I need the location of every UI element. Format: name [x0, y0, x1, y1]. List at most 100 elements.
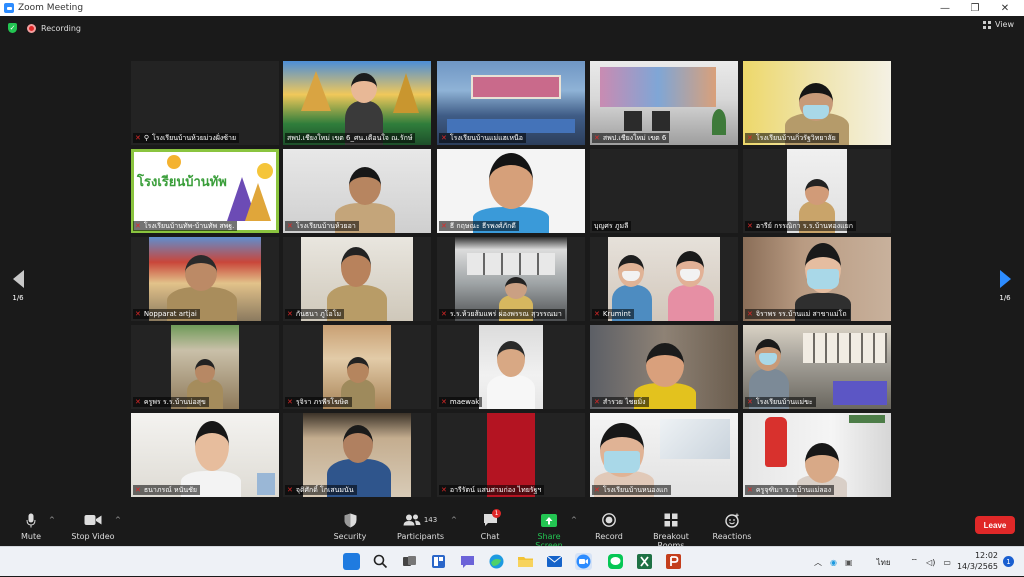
- share-options-caret-icon[interactable]: ^: [571, 516, 577, 524]
- notification-badge[interactable]: 1: [1003, 556, 1014, 567]
- mic-muted-icon: ✕: [135, 134, 141, 142]
- tray-app-icon[interactable]: ▣: [845, 558, 853, 567]
- reactions-button[interactable]: Reactions: [712, 512, 752, 541]
- participant-tile[interactable]: ✕ รุจิรา ภรพีรโฆษิต: [283, 325, 431, 409]
- volume-icon[interactable]: ◁): [926, 558, 935, 567]
- leave-meeting-button[interactable]: Leave: [975, 516, 1015, 534]
- arrow-right-icon: [999, 270, 1011, 288]
- person-silhouette: [343, 425, 373, 463]
- participant-tile-active-speaker[interactable]: สพป.เชียงใหม่ เขต 6_ศน.เตือนใจ ณ.รักษ์: [283, 61, 431, 145]
- zoom-app-icon[interactable]: [575, 553, 592, 570]
- participant-tile[interactable]: ✕ สพป.เชียงใหม่ เขต 6: [590, 61, 738, 145]
- line-app-icon[interactable]: [607, 553, 624, 570]
- participant-tile[interactable]: บุญศร ภูมลี: [590, 149, 738, 233]
- banner-image: [471, 75, 561, 99]
- participant-nameplate: ✕ สำรวย ไชยมิ่ง: [592, 397, 649, 407]
- participant-nameplate: ✕ ครูจุฑิมา ร.ร.บ้านแม่ลอง: [745, 485, 835, 495]
- participant-name: ครูพร ร.ร.บ้านบ่อสุข: [143, 398, 206, 406]
- participant-name: โรงเรียนบ้านห้วยอา: [295, 222, 356, 230]
- participant-tile[interactable]: ✕ สำรวย ไชยมิ่ง: [590, 325, 738, 409]
- participant-tile[interactable]: ✕ ธนาภรณ์ หนันชัย: [131, 413, 279, 497]
- participant-tile[interactable]: ✕ อารีย์ กรรณิกา ร.ร.บ้านทองแยก: [743, 149, 891, 233]
- participant-nameplate: ✕ โรงเรียนบ้านทัพ-บ้านทัพ สพฐ.: [133, 221, 238, 231]
- battery-icon[interactable]: ▭: [943, 558, 951, 567]
- close-button[interactable]: ✕: [990, 0, 1020, 16]
- participant-tile[interactable]: โรงเรียนบ้านทัพ ✕ โรงเรียนบ้านทัพ-บ้านทัพ…: [131, 149, 279, 233]
- participants-options-caret-icon[interactable]: ^: [451, 516, 457, 524]
- edge-browser-icon[interactable]: [488, 553, 505, 570]
- meeting-topbar: ✓ Recording View: [0, 16, 1024, 40]
- file-explorer-icon[interactable]: [517, 553, 534, 570]
- mic-muted-icon: ✕: [441, 310, 447, 318]
- participant-nameplate: ✕ จุติศักดิ์ โกเสนมนัน: [285, 485, 357, 495]
- participant-tile[interactable]: ✕ จิราพร รร.บ้านแม่ สาขาแม่โถ: [743, 237, 891, 321]
- excel-app-icon[interactable]: [636, 553, 653, 570]
- chair-image: [652, 111, 670, 131]
- breakout-rooms-button[interactable]: Breakout Rooms: [640, 512, 702, 550]
- participant-tile[interactable]: ✕ โรงเรียนบ้านห้วยอา: [283, 149, 431, 233]
- chair-image: [624, 111, 642, 131]
- participant-tile[interactable]: ✕ Nopparat artjai: [131, 237, 279, 321]
- zoom-logo-icon: [4, 3, 14, 13]
- participant-tile[interactable]: ✕ โรงเรียนบ้านหนองแก: [590, 413, 738, 497]
- video-options-caret-icon[interactable]: ^: [115, 516, 121, 524]
- participant-nameplate: ✕ จิราพร รร.บ้านแม่ สาขาแม่โถ: [745, 309, 850, 319]
- participant-tile[interactable]: ✕ โรงเรียนบ้านแม่ขะ: [743, 325, 891, 409]
- participant-tile[interactable]: ✕ โรงเรียนบ้านแม่แฮเหนือ: [437, 61, 585, 145]
- audio-options-caret-icon[interactable]: ^: [49, 516, 55, 524]
- encryption-shield-icon[interactable]: ✓: [8, 23, 17, 33]
- tray-overflow-chevron-icon[interactable]: ︿: [814, 557, 822, 568]
- security-button[interactable]: Security: [332, 512, 368, 541]
- face-mask: [807, 269, 839, 289]
- participants-button[interactable]: 143 Participants: [397, 512, 444, 541]
- share-screen-button[interactable]: Share Screen: [524, 512, 574, 550]
- taskbar-search-icon[interactable]: [372, 553, 389, 570]
- participant-tile[interactable]: ✕ Krumint: [590, 237, 738, 321]
- participant-name: จุติศักดิ์ โกเสนมนัน: [295, 486, 354, 494]
- maximize-button[interactable]: ❐: [960, 0, 990, 16]
- recording-label[interactable]: Recording: [41, 24, 81, 33]
- tray-language[interactable]: ไทย: [877, 556, 891, 569]
- chat-button[interactable]: 1 Chat: [476, 509, 504, 541]
- task-view-icon[interactable]: [401, 553, 418, 570]
- widgets-icon[interactable]: [430, 553, 447, 570]
- participant-tile[interactable]: ✕ ⚲ โรงเรียนบ้านห้วยม่วงฝั่งซ้าย: [131, 61, 279, 145]
- participant-tile[interactable]: ✕ maewak: [437, 325, 585, 409]
- teams-chat-icon[interactable]: [459, 553, 476, 570]
- participant-name: ธี กฤษณะ ธีรพงศ์ภักดี: [449, 222, 516, 230]
- arrow-left-icon: [12, 270, 24, 288]
- taskbar-clock[interactable]: 12:02 14/3/2565: [957, 550, 998, 572]
- previous-page-button[interactable]: 1/6: [6, 270, 30, 302]
- person-silhouette: [646, 343, 684, 387]
- minimize-button[interactable]: —: [930, 0, 960, 16]
- next-page-button[interactable]: 1/6: [993, 270, 1017, 302]
- participant-tile[interactable]: ✕ อารีรัตน์ แสนสามก่อง ไทยรัฐฯ: [437, 413, 585, 497]
- mic-muted-icon: ✕: [441, 222, 447, 230]
- stop-video-button[interactable]: Stop Video: [70, 512, 116, 541]
- mic-muted-icon: ✕: [135, 222, 141, 230]
- participant-name: โรงเรียนบ้านทัพ-บ้านทัพ สพฐ.: [143, 222, 235, 230]
- mute-button[interactable]: Mute: [18, 512, 44, 541]
- participant-tile[interactable]: ✕ กันธนา ภูโอโม: [283, 237, 431, 321]
- participant-tile[interactable]: ✕ โรงเรียนบ้านกิ่วรัฐวิทยาลัย: [743, 61, 891, 145]
- person-silhouette: [487, 375, 535, 409]
- tray-app-icon[interactable]: ◉: [830, 558, 837, 567]
- record-icon: [602, 513, 616, 527]
- record-button[interactable]: Record: [594, 512, 624, 541]
- participant-tile[interactable]: ✕ ครูจุฑิมา ร.ร.บ้านแม่ลอง: [743, 413, 891, 497]
- windows-start-icon[interactable]: [343, 553, 360, 570]
- participant-nameplate: ✕ สพป.เชียงใหม่ เขต 6: [592, 133, 670, 143]
- participants-count: 143: [423, 516, 438, 524]
- wifi-icon[interactable]: ⌔: [911, 557, 919, 567]
- record-label: Record: [595, 532, 623, 541]
- participant-tile[interactable]: ✕ ร.ร.ห้วยส้มแพร่ ผ่องพรรณ สุวรรณมา: [437, 237, 585, 321]
- participant-tile[interactable]: ✕ ครูพร ร.ร.บ้านบ่อสุข: [131, 325, 279, 409]
- mail-icon[interactable]: [546, 553, 563, 570]
- participant-nameplate: ✕ โรงเรียนบ้านแม่แฮเหนือ: [439, 133, 526, 143]
- participant-tile[interactable]: ✕ ธี กฤษณะ ธีรพงศ์ภักดี: [437, 149, 585, 233]
- powerpoint-app-icon[interactable]: [665, 553, 682, 570]
- participant-tile[interactable]: ✕ จุติศักดิ์ โกเสนมนัน: [283, 413, 431, 497]
- participants-icon: [403, 514, 421, 526]
- view-button[interactable]: View: [983, 20, 1014, 29]
- participant-nameplate: ✕ โรงเรียนบ้านแม่ขะ: [745, 397, 816, 407]
